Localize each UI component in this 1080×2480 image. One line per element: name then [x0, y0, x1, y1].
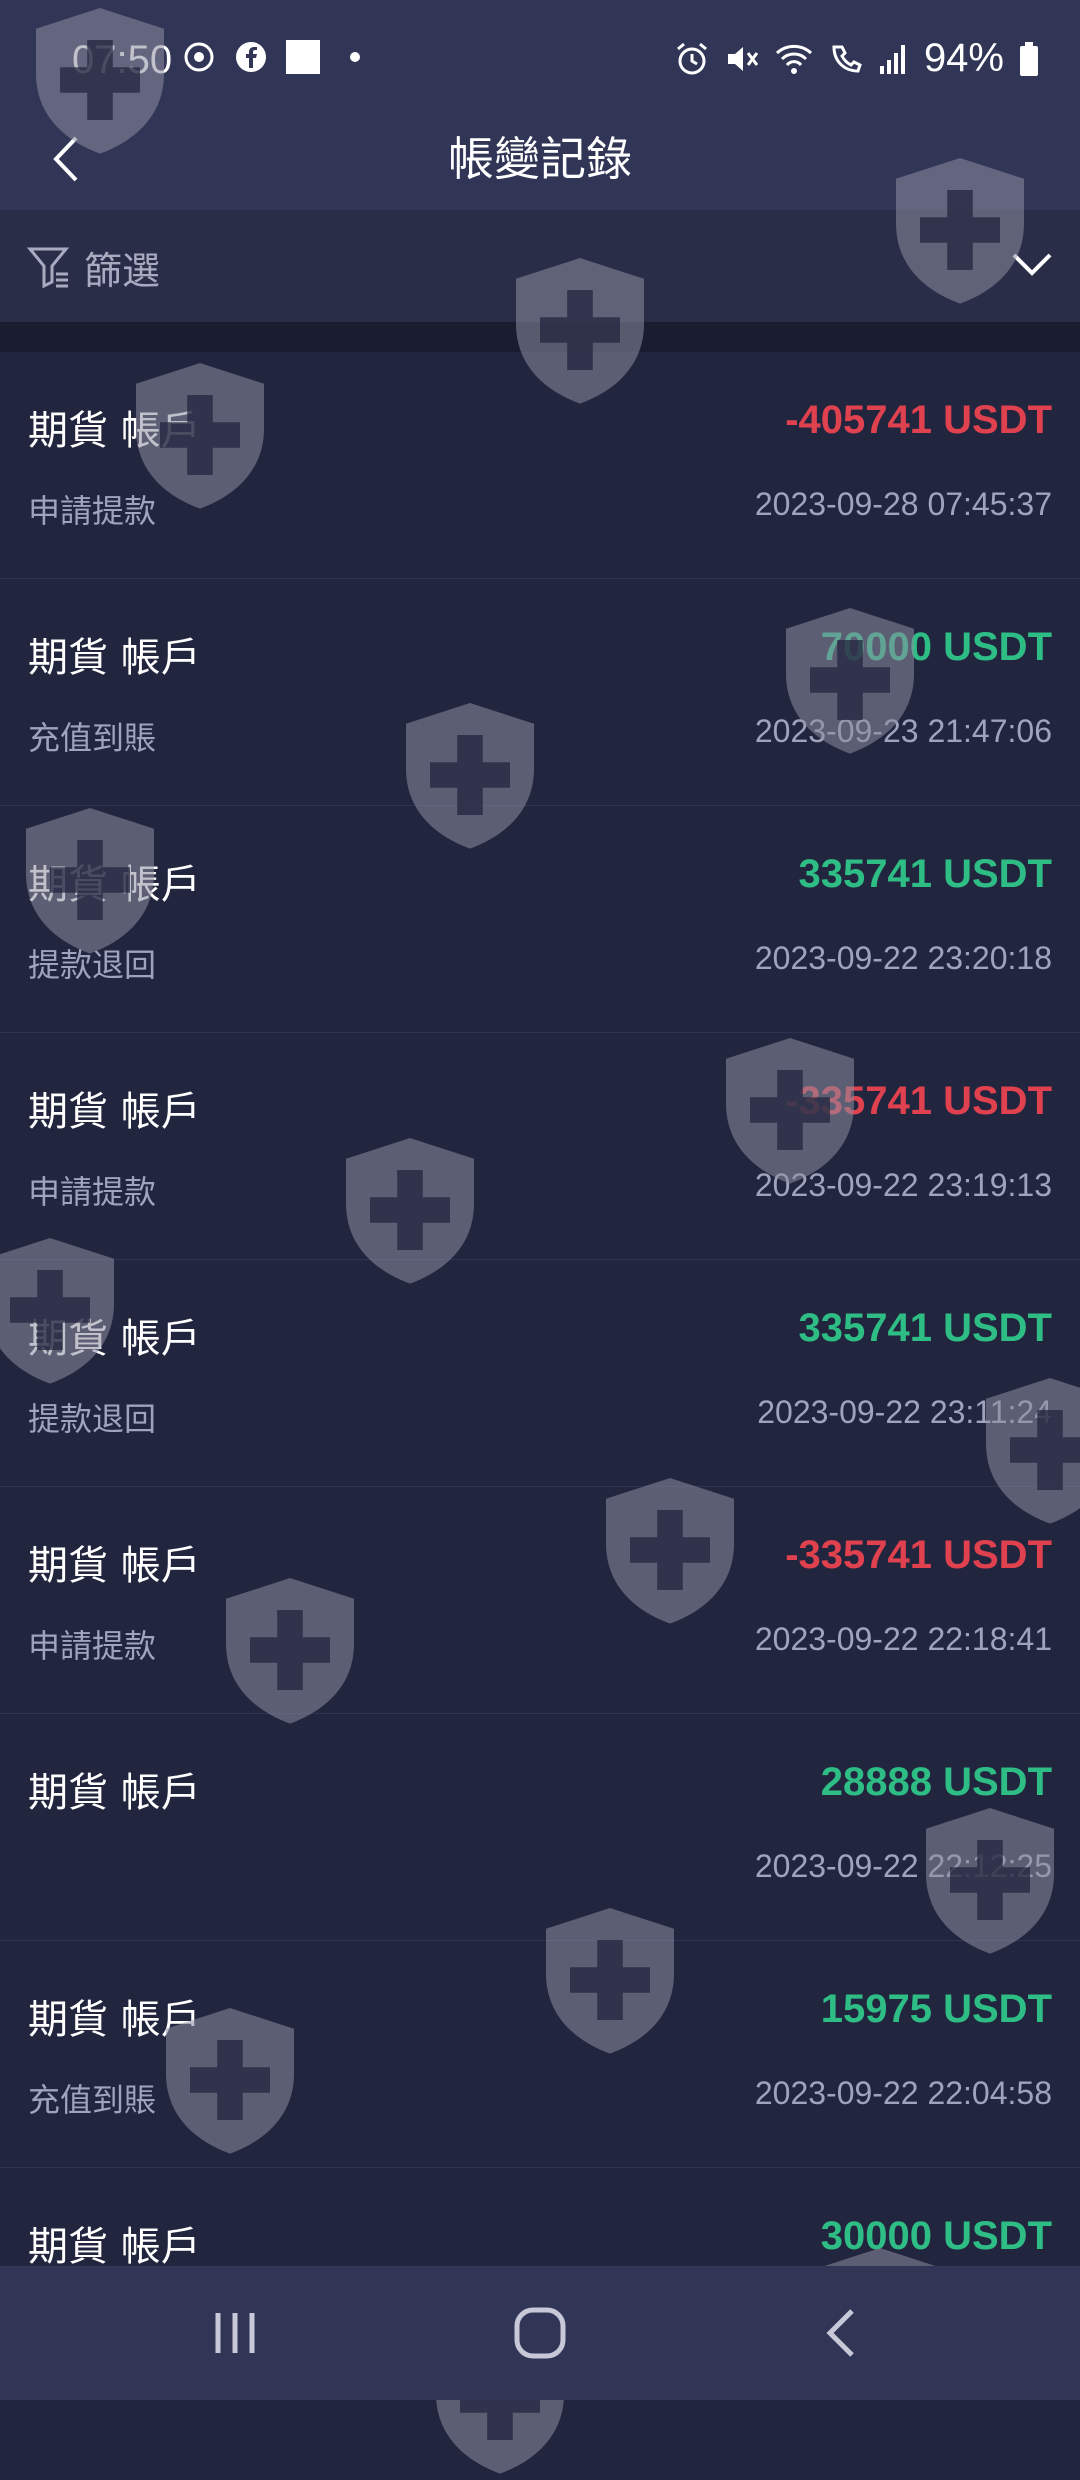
facebook-icon [236, 42, 266, 72]
transaction-date: 2023-09-22 23:20:18 [754, 940, 1052, 976]
signal-icon [879, 44, 905, 74]
transaction-amount: -405741 USDT [785, 398, 1052, 442]
list-item[interactable]: 期貨 帳戶 提款退回 335741 USDT 2023-09-22 23:11:… [0, 1260, 1080, 1487]
recents-icon [215, 2313, 255, 2353]
transaction-amount: 335741 USDT [798, 852, 1052, 896]
account-label: 期貨 帳戶 [28, 862, 201, 908]
account-label: 期貨 帳戶 [28, 1997, 201, 2043]
list-item[interactable]: 期貨 帳戶 申請提款 -335741 USDT 2023-09-22 22:18… [0, 1487, 1080, 1714]
list-item[interactable]: 期貨 帳戶 充值到賬 15975 USDT 2023-09-22 22:04:5… [0, 1941, 1080, 2168]
transaction-date: 2023-09-23 21:47:06 [754, 713, 1052, 749]
wifi-icon [775, 44, 812, 74]
account-label: 期貨 帳戶 [28, 1316, 201, 1362]
section-divider [0, 322, 1080, 352]
home-button[interactable] [470, 2266, 610, 2400]
camera-ring-icon [184, 42, 214, 72]
transaction-amount: -335741 USDT [785, 1079, 1052, 1123]
transaction-amount: 335741 USDT [798, 1306, 1052, 1350]
nav-back-button[interactable] [770, 2266, 910, 2400]
transaction-amount: 30000 USDT [820, 2214, 1052, 2258]
page-title: 帳變記錄 [448, 132, 632, 186]
dot-icon [350, 52, 360, 62]
battery-icon [1020, 41, 1038, 76]
filter-bar[interactable]: 篩選 [0, 210, 1080, 322]
list-item[interactable]: 期貨 帳戶 充值到賬 70000 USDT 2023-09-23 21:47:0… [0, 579, 1080, 806]
transaction-list: 期貨 帳戶 申請提款 -405741 USDT 2023-09-28 07:45… [0, 352, 1080, 2395]
mute-icon [727, 46, 759, 71]
transaction-date: 2023-09-22 22:04:58 [754, 2075, 1052, 2111]
account-label: 期貨 帳戶 [28, 1543, 201, 1589]
transaction-type: 充值到賬 [28, 2081, 157, 2119]
transaction-date: 2023-09-22 23:19:13 [754, 1167, 1052, 1203]
back-icon [826, 2309, 854, 2357]
transaction-type: 申請提款 [28, 1627, 157, 1665]
system-nav-bar [0, 2266, 1080, 2400]
transaction-date: 2023-09-22 22:12:25 [754, 1848, 1052, 1884]
list-item[interactable]: 期貨 帳戶 28888 USDT 2023-09-22 22:12:25 [0, 1714, 1080, 1941]
transaction-type: 充值到賬 [28, 719, 157, 757]
battery-percent: 94% [923, 36, 1004, 80]
transaction-amount: -335741 USDT [785, 1533, 1052, 1577]
transaction-amount: 15975 USDT [820, 1987, 1052, 2031]
recents-button[interactable] [165, 2266, 305, 2400]
status-system-icons: 94% [674, 36, 1040, 81]
transaction-type: 申請提款 [28, 492, 157, 530]
account-label: 期貨 帳戶 [28, 1089, 201, 1135]
account-label: 期貨 帳戶 [28, 1770, 201, 1816]
filter-label: 篩選 [84, 249, 161, 293]
account-label: 期貨 帳戶 [28, 635, 201, 681]
app-header: 帳變記錄 [0, 124, 1080, 210]
transaction-type: 提款退回 [28, 946, 157, 984]
home-icon [514, 2307, 566, 2359]
transaction-date: 2023-09-22 22:18:41 [754, 1621, 1052, 1657]
transaction-date: 2023-09-28 07:45:37 [754, 486, 1052, 522]
account-label: 期貨 帳戶 [28, 408, 201, 454]
status-notification-icons [182, 40, 360, 74]
transaction-type: 申請提款 [28, 1173, 157, 1211]
alarm-icon [676, 42, 707, 74]
white-square-icon [286, 40, 320, 74]
transaction-amount: 28888 USDT [820, 1760, 1052, 1804]
status-bar: 07:50 94% [0, 0, 1080, 124]
list-item[interactable]: 期貨 帳戶 提款退回 335741 USDT 2023-09-22 23:20:… [0, 806, 1080, 1033]
transaction-type: 提款退回 [28, 1400, 157, 1438]
filter-icon [26, 247, 70, 289]
list-item[interactable]: 期貨 帳戶 申請提款 -405741 USDT 2023-09-28 07:45… [0, 352, 1080, 579]
transaction-amount: 70000 USDT [820, 625, 1052, 669]
chevron-down-icon[interactable] [1010, 250, 1054, 278]
account-label: 期貨 帳戶 [28, 2224, 201, 2270]
transaction-date: 2023-09-22 23:11:24 [757, 1394, 1052, 1430]
status-time: 07:50 [72, 38, 173, 82]
list-item[interactable]: 期貨 帳戶 申請提款 -335741 USDT 2023-09-22 23:19… [0, 1033, 1080, 1260]
wifi-call-icon [832, 45, 862, 73]
